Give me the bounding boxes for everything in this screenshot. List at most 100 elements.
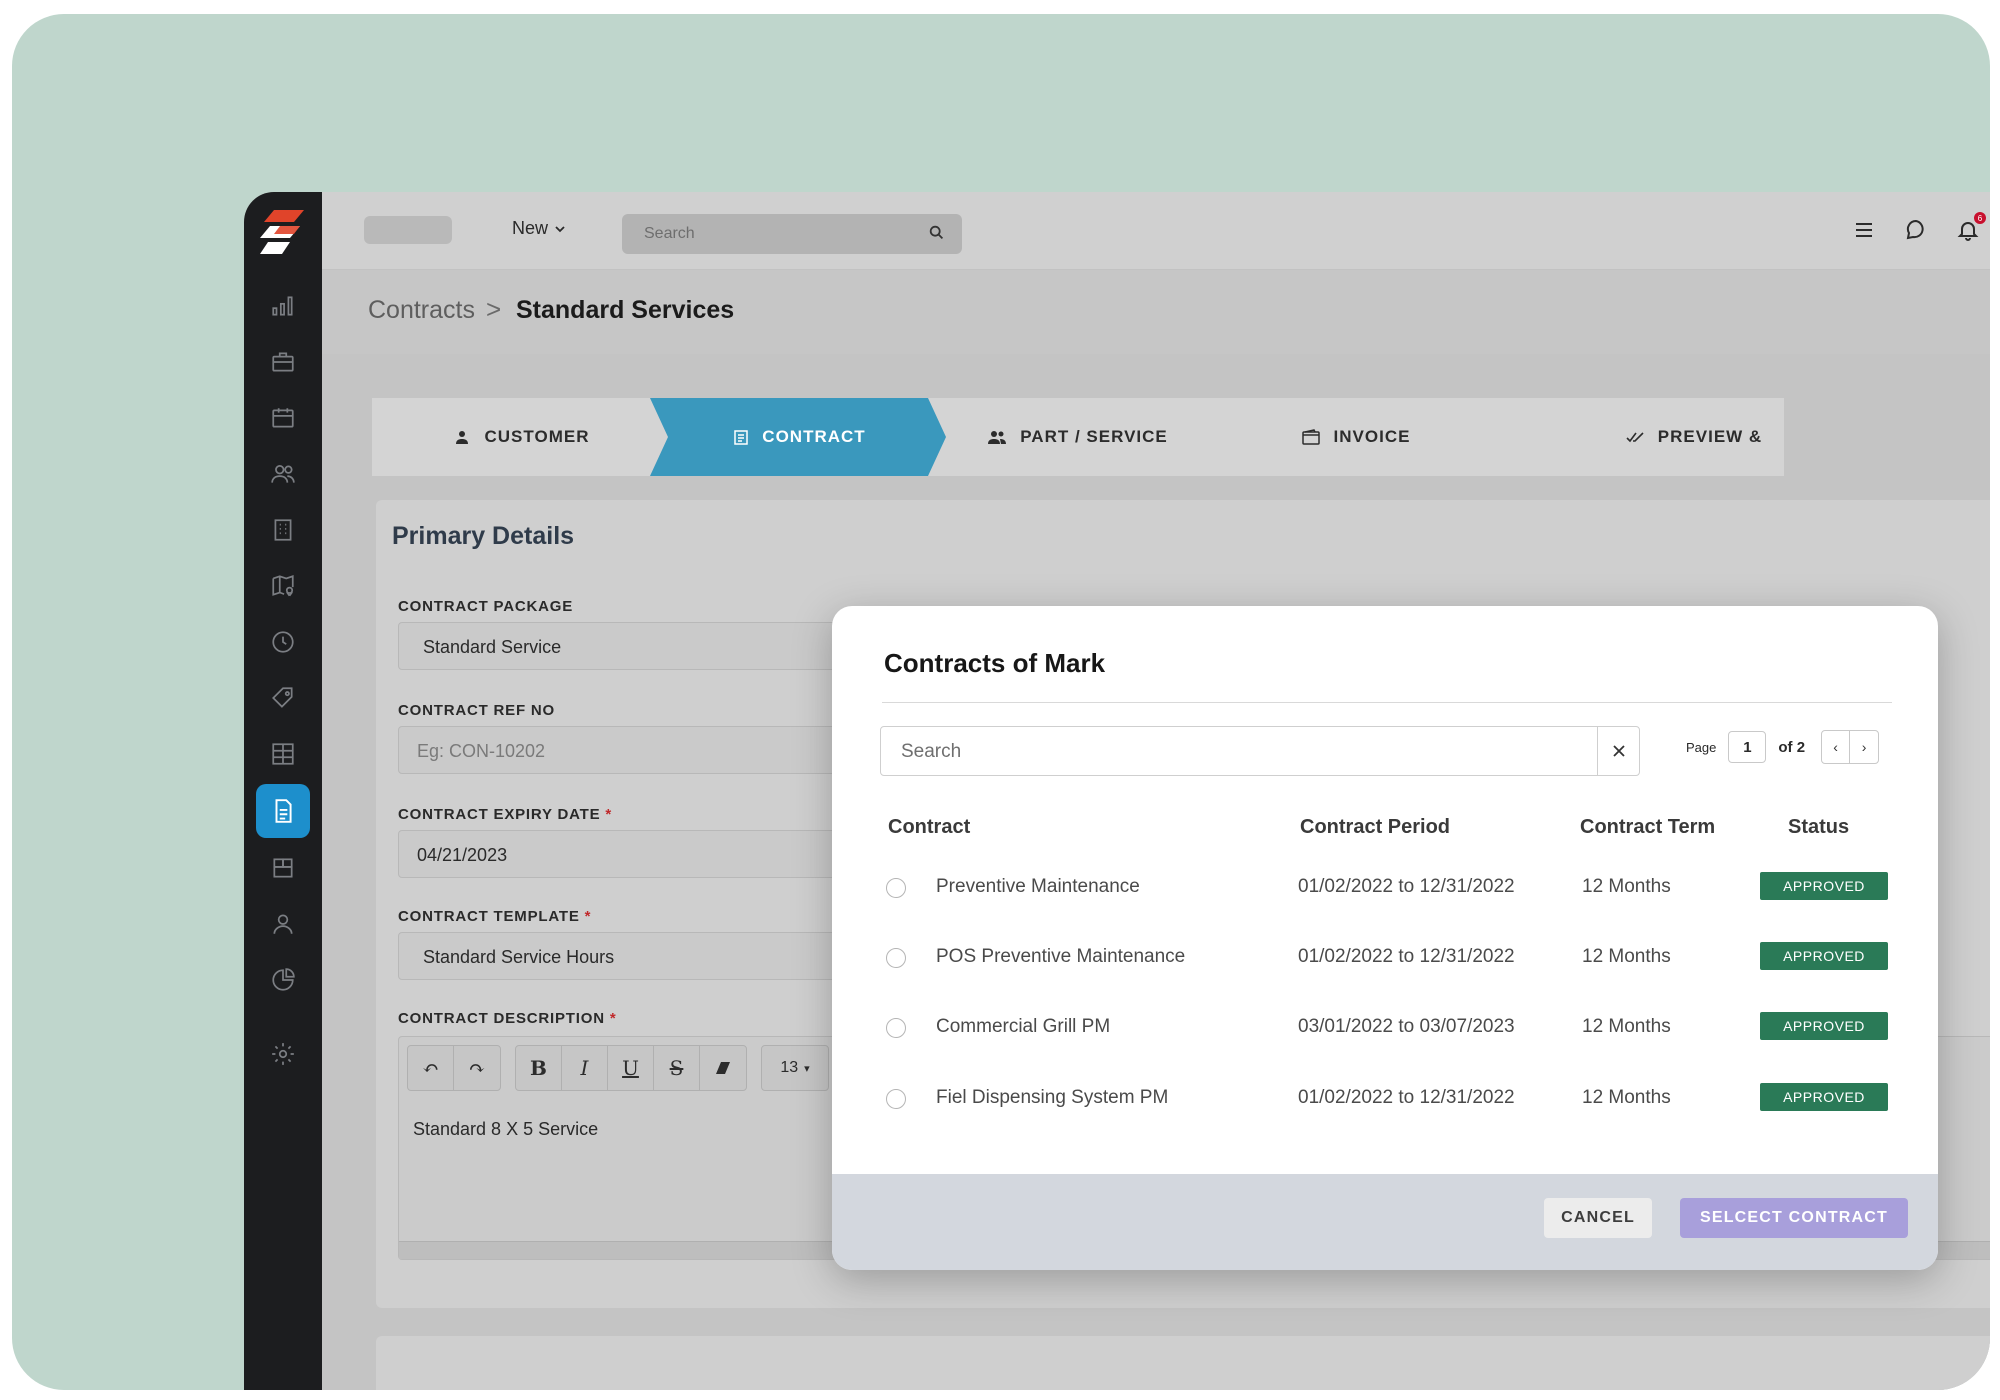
sidebar-item-tags[interactable] (259, 674, 307, 722)
eraser-icon (716, 1062, 730, 1074)
page-title: Standard Services (516, 296, 735, 324)
step-customer-label: CUSTOMER (484, 427, 590, 446)
row-radio[interactable] (886, 948, 906, 968)
contract-name: Fiel Dispensing System PM (936, 1087, 1169, 1108)
next-page-button[interactable]: › (1850, 731, 1878, 763)
page-label: Page (1686, 739, 1717, 755)
contracts-modal: Contracts of Mark Search Page 1 of 2 ‹ ›… (832, 606, 1938, 1270)
step-invoice-label: INVOICE (1333, 427, 1411, 446)
column-header-term[interactable]: Contract Term (1580, 816, 1715, 839)
column-header-status[interactable]: Status (1788, 816, 1849, 839)
contract-expiry-label: CONTRACT EXPIRY DATE * (398, 806, 612, 823)
step-part-service[interactable]: PART / SERVICE (928, 398, 1228, 476)
required-mark: * (609, 1010, 617, 1027)
cancel-button[interactable]: CANCEL (1544, 1198, 1652, 1238)
step-contract-label: CONTRACT (762, 427, 866, 446)
redo-button[interactable]: ↷ (454, 1046, 500, 1090)
sidebar-item-map[interactable] (259, 562, 307, 610)
global-search-input[interactable]: Search (622, 214, 962, 254)
contract-period: 03/01/2022 to 03/07/2023 (1298, 1016, 1515, 1037)
row-radio[interactable] (886, 1018, 906, 1038)
sidebar-item-grid[interactable] (259, 730, 307, 778)
clear-search-button[interactable] (1597, 727, 1639, 775)
caret-down-icon: ▾ (804, 1062, 810, 1075)
modal-title: Contracts of Mark (884, 648, 1106, 678)
status-badge: APPROVED (1760, 872, 1888, 900)
contract-description-label: CONTRACT DESCRIPTION * (398, 1010, 616, 1027)
chat-icon[interactable] (1904, 218, 1928, 242)
sidebar-item-jobs[interactable] (259, 338, 307, 386)
sidebar-item-inventory[interactable] (259, 844, 307, 892)
column-header-contract[interactable]: Contract (888, 816, 970, 839)
strikethrough-button[interactable]: S (654, 1046, 700, 1090)
workspace-switcher[interactable] (364, 216, 452, 244)
contract-term: 12 Months (1582, 946, 1671, 967)
modal-search-input[interactable]: Search (880, 726, 1640, 776)
notification-badge: 6 (1974, 212, 1986, 224)
pagination: Page 1 of 2 ‹ › (1686, 730, 1880, 764)
editor-toolbar: ↶ ↷ B I U S 13 ▾ (407, 1045, 829, 1091)
modal-search-placeholder: Search (901, 741, 962, 762)
step-invoice[interactable]: INVOICE (1206, 398, 1506, 476)
sidebar-item-dashboard[interactable] (259, 282, 307, 330)
clipboard-icon (734, 430, 749, 445)
sidebar-item-settings[interactable] (259, 1030, 307, 1078)
contract-package-label: CONTRACT PACKAGE (398, 598, 574, 615)
building-icon (274, 519, 292, 541)
sidebar-item-team[interactable] (259, 450, 307, 498)
row-radio[interactable] (886, 1089, 906, 1109)
breadcrumb-separator: > (486, 294, 502, 324)
sidebar-item-buildings[interactable] (259, 506, 307, 554)
inventory-icon (273, 858, 293, 878)
new-button[interactable]: New (512, 218, 566, 239)
document-icon (275, 799, 292, 823)
step-preview[interactable]: PREVIEW & (1484, 398, 1784, 476)
sidebar-item-contracts[interactable] (256, 784, 310, 838)
page-number-input[interactable]: 1 (1728, 731, 1767, 763)
status-badge: APPROVED (1760, 942, 1888, 970)
row-radio[interactable] (886, 878, 906, 898)
font-size-select[interactable]: 13 ▾ (762, 1046, 828, 1090)
user-icon (455, 431, 468, 444)
users-icon (988, 431, 1007, 444)
wallet-icon (1301, 429, 1320, 445)
table-row[interactable]: POS Preventive Maintenance 01/02/2022 to… (832, 930, 1938, 986)
sidebar-item-time[interactable] (259, 618, 307, 666)
notifications-button[interactable]: 6 (1956, 212, 1986, 242)
table-row[interactable]: Fiel Dispensing System PM 01/02/2022 to … (832, 1071, 1938, 1127)
close-icon (1612, 745, 1625, 757)
bold-button[interactable]: B (516, 1046, 562, 1090)
top-bar: New Search 6 (322, 192, 1990, 270)
step-customer[interactable]: CUSTOMER (372, 398, 672, 476)
status-badge: APPROVED (1760, 1083, 1888, 1111)
prev-page-button[interactable]: ‹ (1822, 731, 1851, 763)
step-part-service-label: PART / SERVICE (1020, 427, 1168, 446)
contract-description-label-text: CONTRACT DESCRIPTION (398, 1010, 605, 1027)
modal-footer: CANCEL SELCECT CONTRACT (832, 1174, 1938, 1270)
secondary-card (376, 1336, 1990, 1390)
select-contract-button[interactable]: SELCECT CONTRACT (1680, 1198, 1908, 1238)
contract-period: 01/02/2022 to 12/31/2022 (1298, 876, 1515, 897)
background-canvas: New Search 6 Contracts > Standard Servic… (12, 14, 1990, 1390)
clear-format-button[interactable] (700, 1046, 746, 1090)
breadcrumb-root-link[interactable]: Contracts (368, 296, 475, 325)
table-row[interactable]: Commercial Grill PM 03/01/2022 to 03/07/… (832, 1000, 1938, 1056)
search-icon (929, 225, 944, 240)
hamburger-menu-icon[interactable] (1852, 218, 1876, 242)
underline-button[interactable]: U (608, 1046, 654, 1090)
column-header-period[interactable]: Contract Period (1300, 816, 1450, 839)
sidebar-item-calendar[interactable] (259, 394, 307, 442)
font-size-value: 13 (780, 1059, 799, 1076)
contract-template-label-text: CONTRACT TEMPLATE (398, 908, 580, 925)
table-row[interactable]: Preventive Maintenance 01/02/2022 to 12/… (832, 860, 1938, 916)
sidebar-item-people[interactable] (259, 900, 307, 948)
contract-template-label: CONTRACT TEMPLATE * (398, 908, 591, 925)
person-icon (273, 914, 293, 934)
italic-button[interactable]: I (562, 1046, 608, 1090)
sidebar-item-reports[interactable] (259, 956, 307, 1004)
contract-period: 01/02/2022 to 12/31/2022 (1298, 1087, 1515, 1108)
step-contract[interactable]: CONTRACT (650, 398, 950, 476)
status-badge: APPROVED (1760, 1012, 1888, 1040)
undo-button[interactable]: ↶ (408, 1046, 454, 1090)
grid-icon (272, 743, 294, 765)
